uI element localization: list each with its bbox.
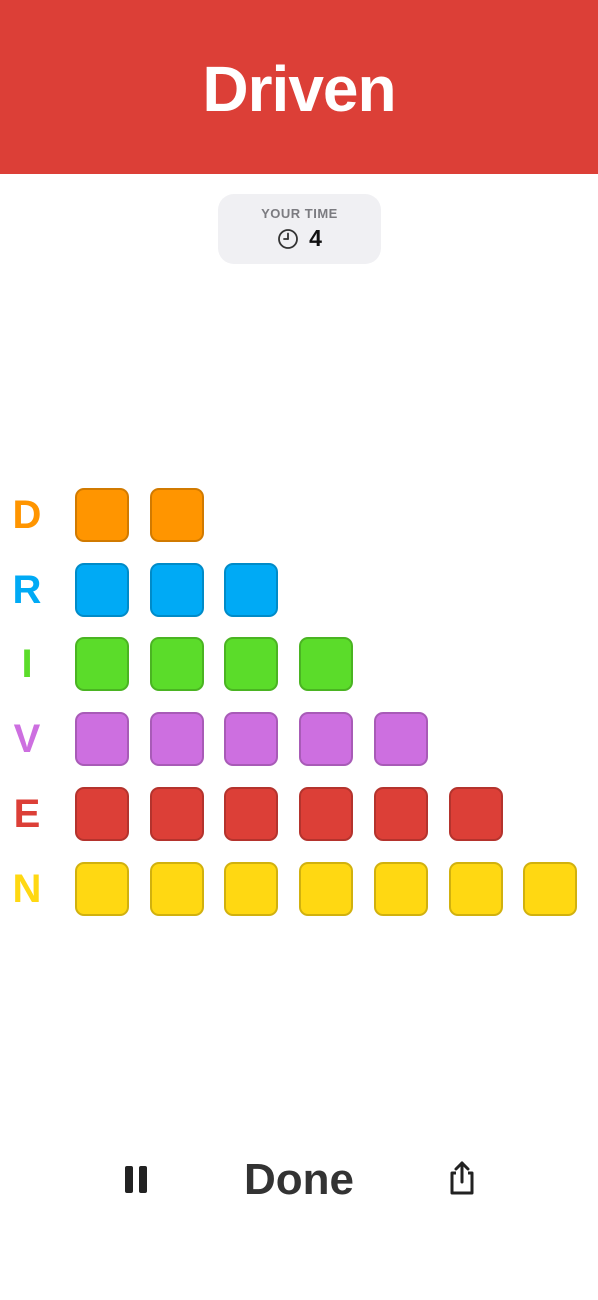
- tile-e-4[interactable]: [299, 787, 353, 841]
- row-letter-n: N: [12, 867, 42, 911]
- tile-n-2[interactable]: [150, 862, 204, 916]
- tile-n-3[interactable]: [224, 862, 278, 916]
- tile-d-2[interactable]: [150, 488, 204, 542]
- header-bar: Driven: [0, 0, 598, 174]
- time-card: YOUR TIME 4: [218, 194, 381, 264]
- tile-n-4[interactable]: [299, 862, 353, 916]
- tile-v-1[interactable]: [75, 712, 129, 766]
- bottom-toolbar: Done: [0, 1140, 598, 1220]
- tile-v-2[interactable]: [150, 712, 204, 766]
- tile-r-3[interactable]: [224, 563, 278, 617]
- tile-e-6[interactable]: [449, 787, 503, 841]
- tile-i-1[interactable]: [75, 637, 129, 691]
- tile-n-6[interactable]: [449, 862, 503, 916]
- tile-e-3[interactable]: [224, 787, 278, 841]
- tile-i-4[interactable]: [299, 637, 353, 691]
- row-letter-i: I: [21, 642, 33, 686]
- share-icon: [450, 1161, 474, 1195]
- row-letter-r: R: [12, 568, 42, 612]
- tile-i-2[interactable]: [150, 637, 204, 691]
- done-button[interactable]: Done: [220, 1150, 378, 1210]
- tile-v-4[interactable]: [299, 712, 353, 766]
- tile-n-5[interactable]: [374, 862, 428, 916]
- tile-n-1[interactable]: [75, 862, 129, 916]
- tile-e-2[interactable]: [150, 787, 204, 841]
- tile-d-1[interactable]: [75, 488, 129, 542]
- tile-i-3[interactable]: [224, 637, 278, 691]
- clock-icon: [278, 228, 298, 249]
- tile-v-5[interactable]: [374, 712, 428, 766]
- tile-n-7[interactable]: [523, 862, 577, 916]
- share-button[interactable]: [440, 1156, 484, 1200]
- row-letter-v: V: [13, 717, 41, 761]
- time-value: 4: [309, 225, 322, 251]
- row-letter-d: D: [12, 493, 42, 537]
- tile-r-2[interactable]: [150, 563, 204, 617]
- tile-v-3[interactable]: [224, 712, 278, 766]
- tile-r-1[interactable]: [75, 563, 129, 617]
- page-title: Driven: [202, 53, 396, 125]
- tile-e-5[interactable]: [374, 787, 428, 841]
- row-letter-e: E: [13, 792, 41, 836]
- time-label: YOUR TIME: [261, 206, 338, 221]
- pause-button[interactable]: [115, 1158, 157, 1200]
- time-row: 4: [277, 225, 322, 252]
- pause-icon: [122, 1165, 150, 1193]
- tile-e-1[interactable]: [75, 787, 129, 841]
